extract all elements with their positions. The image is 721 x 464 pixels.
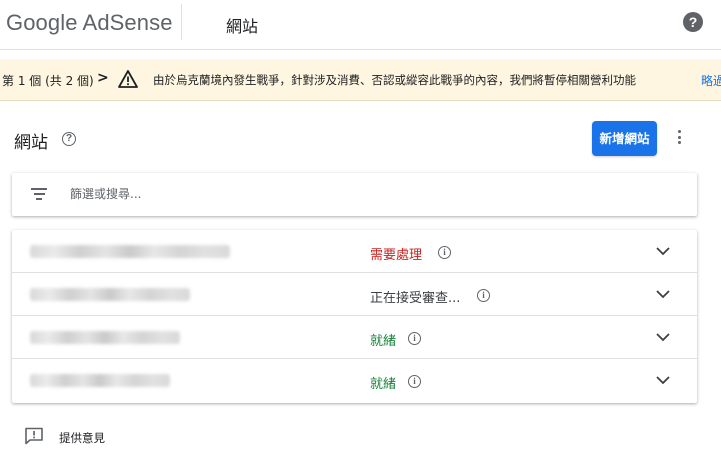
search-input[interactable]: [70, 183, 670, 205]
site-row[interactable]: 就緒 i: [12, 316, 697, 359]
feedback-icon: [25, 427, 43, 445]
site-row[interactable]: 需要處理 i: [12, 230, 697, 273]
warning-icon: [118, 70, 138, 88]
filter-bar: [12, 173, 697, 216]
redacted-site-url: [30, 245, 230, 258]
expand-chevron-icon[interactable]: [655, 286, 671, 302]
adsense-logo[interactable]: Google AdSense: [6, 10, 173, 36]
add-site-button[interactable]: 新增網站: [592, 121, 657, 156]
site-status: 需要處理: [370, 248, 423, 263]
sites-heading: 網站: [14, 133, 48, 153]
site-status: 就緒: [370, 334, 397, 349]
info-icon[interactable]: i: [408, 375, 421, 388]
expand-chevron-icon[interactable]: [655, 329, 671, 345]
site-row[interactable]: 就緒 i: [12, 359, 697, 402]
next-alert-chevron-icon[interactable]: >: [97, 70, 109, 86]
redacted-site-url: [30, 374, 170, 387]
filter-icon[interactable]: [31, 188, 47, 200]
info-icon[interactable]: i: [438, 246, 451, 259]
banner-count: 第 1 個 (共 2 個): [2, 74, 94, 88]
redacted-site-url: [30, 331, 180, 344]
alert-banner: 第 1 個 (共 2 個) > 由於烏克蘭境內發生戰爭，針對涉及消費、否認或縱容…: [0, 59, 721, 101]
site-row[interactable]: 正在接受審查... i: [12, 273, 697, 316]
feedback-label: 提供意見: [59, 431, 105, 445]
page-title: 網站: [226, 17, 259, 36]
site-status: 正在接受審查...: [370, 291, 461, 306]
info-icon[interactable]: i: [408, 332, 421, 345]
help-outline-icon[interactable]: ?: [62, 132, 76, 146]
expand-chevron-icon[interactable]: [655, 372, 671, 388]
expand-chevron-icon[interactable]: [655, 243, 671, 259]
banner-message: 由於烏克蘭境內發生戰爭，針對涉及消費、否認或縱容此戰爭的內容，我們將暫停相關營利…: [153, 73, 636, 87]
more-options-icon[interactable]: [672, 128, 686, 148]
info-icon[interactable]: i: [477, 289, 490, 302]
site-status: 就緒: [370, 377, 397, 392]
header-divider: [181, 4, 182, 40]
sites-list: 需要處理 i 正在接受審查... i 就緒 i 就緒 i: [12, 230, 697, 403]
help-circle-icon[interactable]: ?: [683, 12, 703, 32]
dismiss-link[interactable]: 略過: [701, 72, 721, 89]
top-app-bar: Google AdSense 網站 ?: [0, 0, 721, 50]
redacted-site-url: [30, 288, 190, 301]
